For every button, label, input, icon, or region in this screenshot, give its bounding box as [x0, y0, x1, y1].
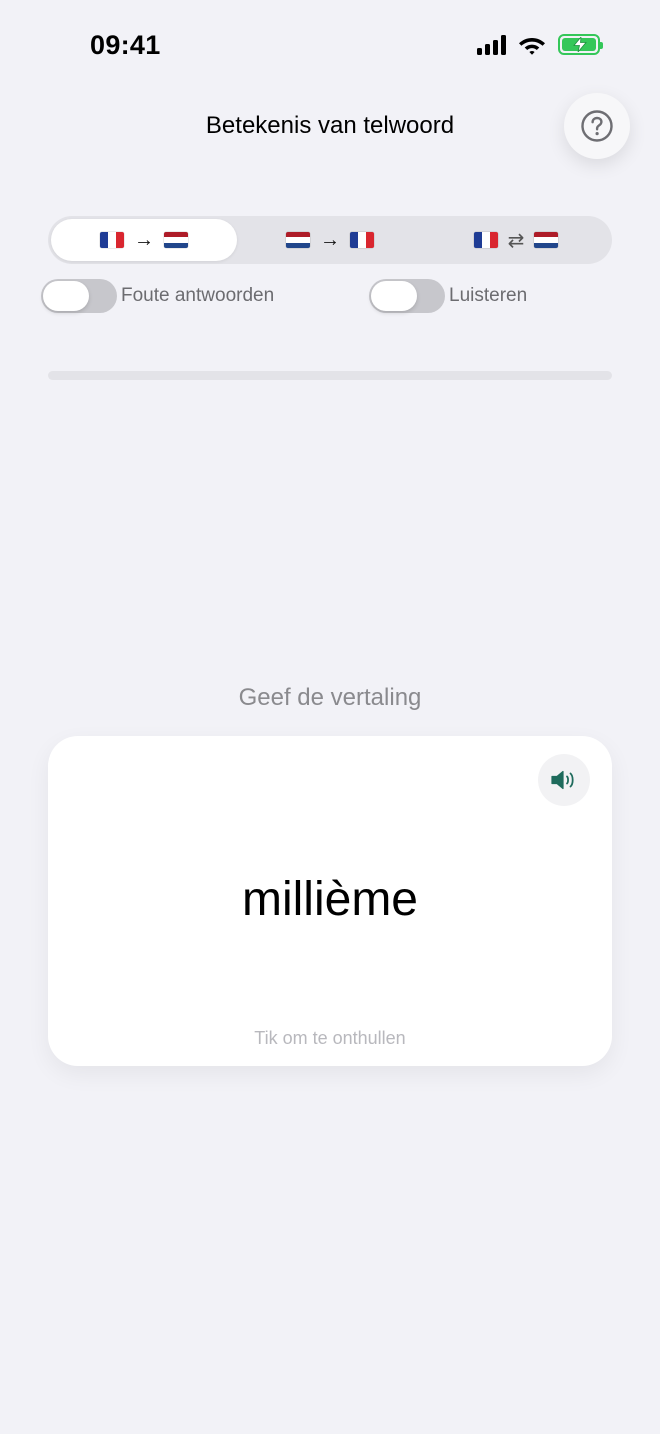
screen: 09:41 Betekenis van telwoord → → ⇄ Foute… [0, 0, 660, 1434]
segment-both-directions[interactable]: ⇄ [423, 219, 609, 261]
listen-label: Luisteren [449, 285, 528, 306]
flashcard-word: millième [241, 873, 418, 926]
segment-fr-to-nl[interactable]: → [51, 219, 237, 261]
arrow-right-icon: → [320, 228, 340, 251]
segment-nl-to-fr[interactable]: → [237, 219, 423, 261]
flashcard[interactable]: millième Tik om te onthullen [48, 736, 612, 1066]
listen-toggle[interactable] [369, 279, 445, 313]
france-flag-icon [473, 232, 498, 248]
france-flag-icon [100, 232, 124, 248]
netherlands-flag-icon [534, 232, 559, 248]
listen-toggle-row: Luisteren [369, 279, 527, 313]
france-flag-icon [350, 232, 374, 248]
progress-bar [48, 371, 612, 380]
battery-charging-icon [558, 34, 603, 55]
prompt-text: Geef de vertaling [238, 684, 422, 711]
page-title: Betekenis van telwoord [205, 112, 455, 139]
wrong-answers-toggle-row: Foute antwoorden [41, 279, 274, 313]
swap-arrows-icon: ⇄ [507, 229, 525, 252]
reveal-hint: Tik om te onthullen [254, 1028, 406, 1048]
arrow-right-icon: → [134, 228, 154, 251]
question-circle-icon [581, 110, 613, 142]
cellular-signal-icon [477, 34, 506, 55]
status-icons [477, 34, 603, 55]
speaker-icon [551, 770, 574, 790]
wrong-answers-label: Foute antwoorden [121, 285, 275, 306]
wrong-answers-toggle[interactable] [41, 279, 117, 313]
play-audio-button[interactable] [538, 754, 590, 806]
netherlands-flag-icon [286, 232, 310, 248]
netherlands-flag-icon [164, 232, 188, 248]
status-time: 09:41 [90, 30, 161, 60]
help-button[interactable] [564, 93, 630, 159]
wifi-icon [519, 38, 545, 55]
direction-segmented-control: → → ⇄ [48, 216, 612, 264]
